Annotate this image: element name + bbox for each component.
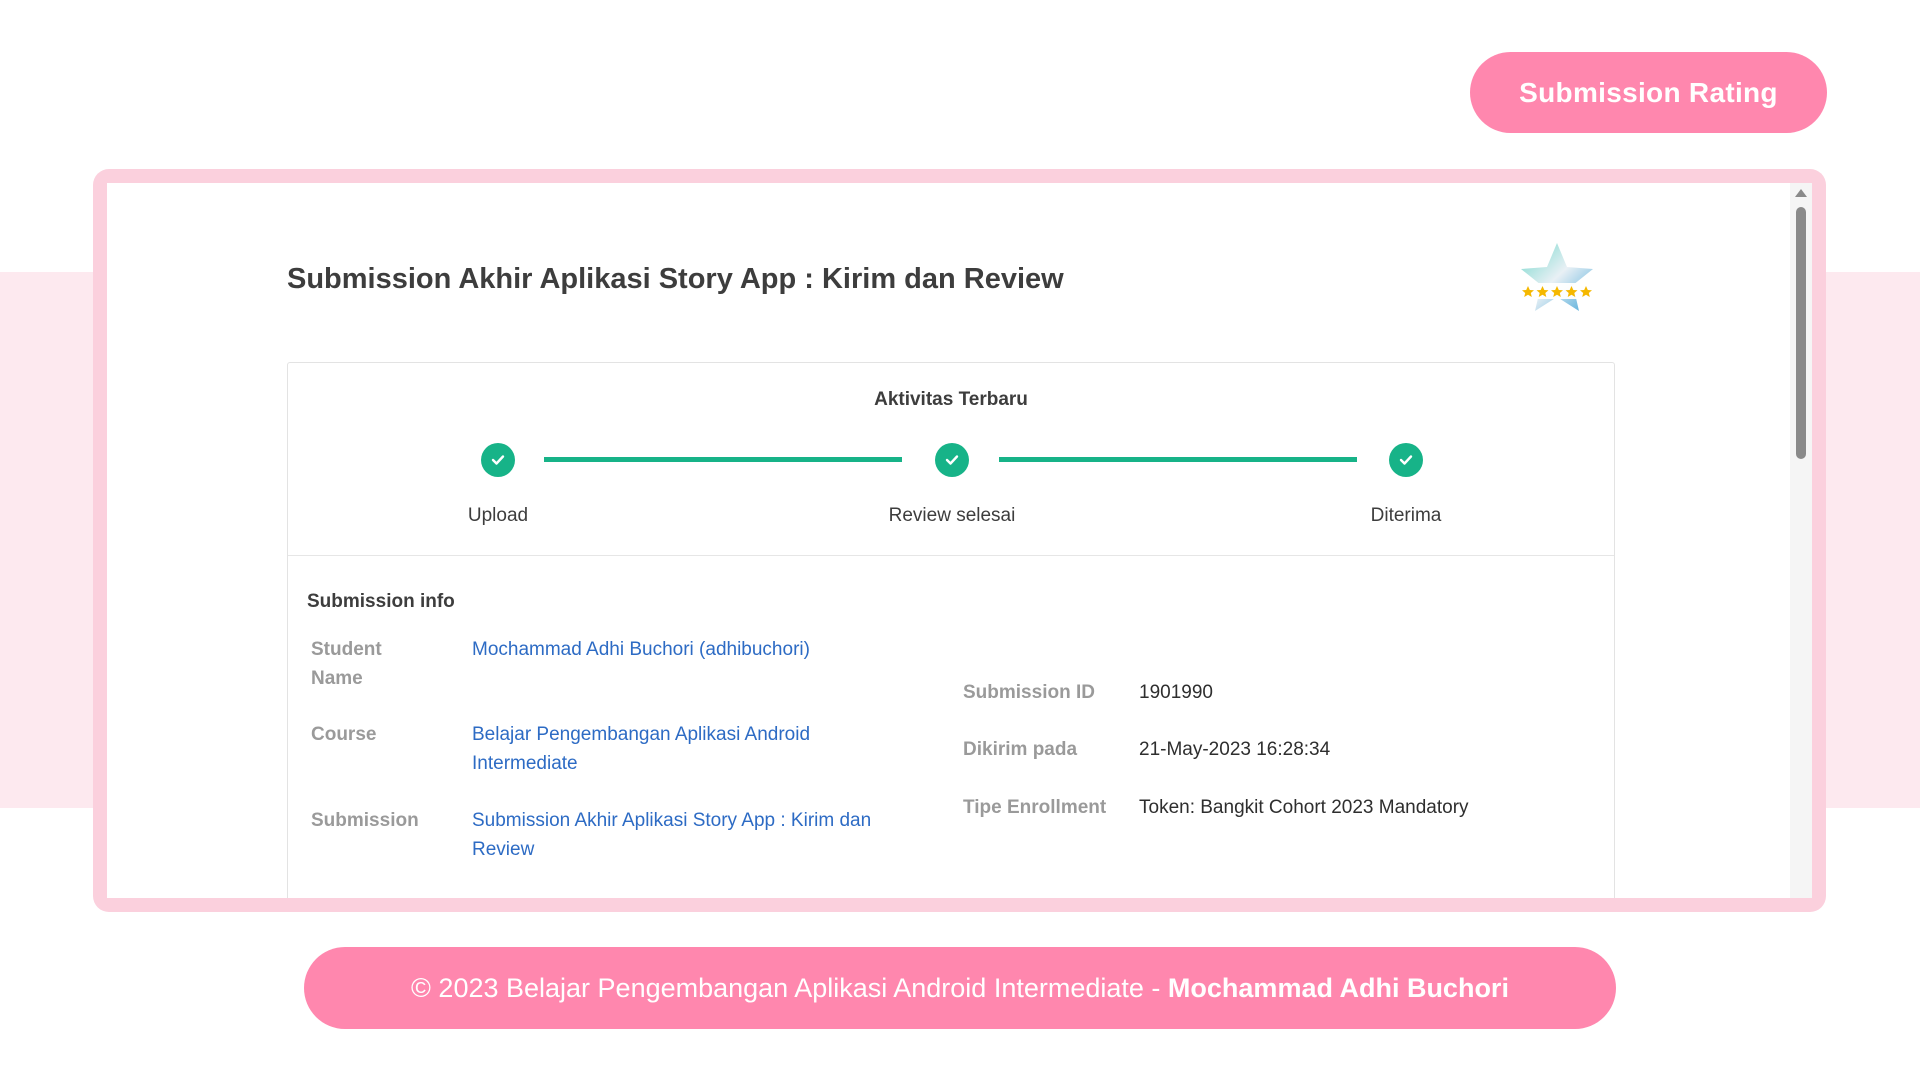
- submission-card: Aktivitas Terbaru Upload Review selesai …: [287, 362, 1615, 898]
- page-title: Submission Akhir Aplikasi Story App : Ki…: [287, 263, 1064, 295]
- step-review-check-icon: [935, 443, 969, 477]
- enrollment-type-value: Token: Bangkit Cohort 2023 Mandatory: [1139, 797, 1469, 818]
- submission-label: Submission: [311, 810, 419, 831]
- step-accepted-check-icon: [1389, 443, 1423, 477]
- submission-page: Submission Akhir Aplikasi Story App : Ki…: [107, 183, 1812, 898]
- course-label: Course: [311, 724, 377, 745]
- activity-title: Aktivitas Terbaru: [874, 389, 1028, 410]
- scroll-up-arrow-icon[interactable]: [1795, 189, 1807, 197]
- submission-id-label: Submission ID: [963, 682, 1095, 703]
- step-upload-check-icon: [481, 443, 515, 477]
- sent-at-label: Dikirim pada: [963, 739, 1078, 760]
- student-name-label: Student Name: [311, 639, 382, 689]
- step-connector: [999, 457, 1357, 462]
- divider: [288, 555, 1614, 556]
- submission-id-value: 1901990: [1139, 682, 1213, 703]
- step-label-accepted: Diterima: [1370, 505, 1442, 526]
- screenshot-frame: Submission Akhir Aplikasi Story App : Ki…: [93, 169, 1826, 912]
- five-star-rating-icon: [1519, 243, 1595, 311]
- course-link[interactable]: Belajar Pengembangan Aplikasi Android In…: [472, 720, 872, 778]
- step-label-review: Review selesai: [888, 505, 1016, 526]
- scrollbar-thumb[interactable]: [1796, 207, 1806, 459]
- footer-copyright: © 2023 Belajar Pengembangan Aplikasi And…: [411, 972, 1161, 1003]
- submission-link[interactable]: Submission Akhir Aplikasi Story App : Ki…: [472, 806, 912, 864]
- vertical-scrollbar[interactable]: [1790, 183, 1812, 898]
- enrollment-type-label: Tipe Enrollment: [963, 797, 1107, 818]
- step-label-upload: Upload: [467, 505, 529, 526]
- student-name-link[interactable]: Mochammad Adhi Buchori (adhibuchori): [472, 635, 892, 664]
- sent-at-value: 21-May-2023 16:28:34: [1139, 739, 1331, 760]
- submission-rating-badge: Submission Rating: [1470, 52, 1827, 133]
- footer-author: Mochammad Adhi Buchori: [1167, 972, 1509, 1003]
- footer-banner: © 2023 Belajar Pengembangan Aplikasi And…: [304, 947, 1616, 1029]
- submission-info-title: Submission info: [307, 591, 455, 612]
- step-connector: [544, 457, 902, 462]
